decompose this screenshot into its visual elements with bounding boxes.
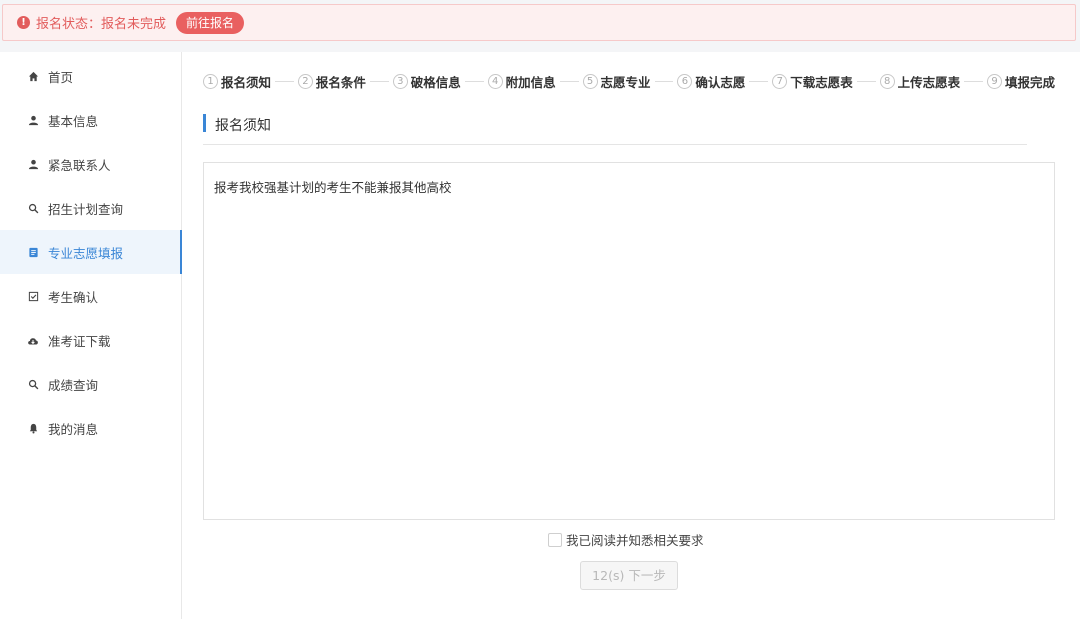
- step-9: 9 填报完成: [987, 72, 1055, 91]
- sidebar-item-label: 基本信息: [48, 113, 99, 129]
- step-connector: [964, 80, 983, 82]
- step-connector: [654, 80, 674, 82]
- step-7: 7 下载志愿表: [772, 72, 853, 91]
- sidebar-item-label: 我的消息: [48, 421, 99, 437]
- sidebar-item-label: 紧急联系人: [48, 157, 111, 173]
- sidebar: 首页 基本信息 紧急联系人 招生计划查询 专业志愿填报 考生确认 准考证下载 成…: [0, 52, 182, 619]
- sidebar-item-label: 考生确认: [48, 289, 99, 305]
- user-icon: [26, 157, 40, 171]
- sidebar-item-enrollment-plan-query[interactable]: 招生计划查询: [0, 186, 181, 230]
- step-6: 6 确认志愿: [677, 72, 745, 91]
- main-content: 1 报名须知 2 报名条件 3 破格信息 4 附加信息 5 志愿专业 6 确认志愿 7 下载志…: [203, 52, 1055, 619]
- step-connector: [856, 80, 876, 82]
- section-title: 报名须知: [215, 118, 271, 134]
- step-3: 3 破格信息: [392, 72, 461, 91]
- section-header: 报名须知: [203, 112, 1027, 145]
- sidebar-item-candidate-confirm[interactable]: 考生确认: [0, 274, 181, 318]
- sidebar-item-label: 成绩查询: [48, 377, 99, 393]
- registration-status-alert: ! 报名状态：报名未完成 前往报名: [2, 4, 1076, 41]
- registration-status-text: 报名状态：报名未完成: [36, 17, 167, 32]
- step-connector: [275, 80, 294, 82]
- sidebar-item-label: 专业志愿填报: [48, 245, 124, 261]
- sidebar-item-label: 招生计划查询: [48, 201, 124, 217]
- sidebar-item-my-messages[interactable]: 我的消息: [0, 406, 181, 450]
- checkbox-icon: [26, 289, 40, 303]
- exclamation-icon: !: [17, 16, 30, 29]
- step-1: 1 报名须知: [203, 72, 271, 91]
- agree-label: 我已阅读并知悉相关要求: [566, 533, 704, 548]
- section-accent-bar: [203, 114, 206, 132]
- form-icon: [26, 245, 40, 259]
- step-connector: [749, 80, 769, 82]
- sidebar-item-emergency-contact[interactable]: 紧急联系人: [0, 142, 181, 186]
- step-connector: [559, 80, 579, 82]
- sidebar-item-major-preference[interactable]: 专业志愿填报: [0, 230, 182, 274]
- sidebar-item-basic-info[interactable]: 基本信息: [0, 98, 181, 142]
- step-2: 2 报名条件: [297, 72, 366, 91]
- search-icon: [26, 201, 40, 215]
- bell-icon: [26, 421, 40, 435]
- home-icon: [26, 69, 40, 83]
- sidebar-item-home[interactable]: 首页: [0, 54, 181, 98]
- notice-text: 报考我校强基计划的考生不能兼报其他高校: [214, 180, 452, 195]
- step-connector: [369, 80, 389, 82]
- step-progress: 1 报名须知 2 报名条件 3 破格信息 4 附加信息 5 志愿专业 6 确认志愿 7 下载志…: [203, 71, 1055, 91]
- agree-checkbox-row[interactable]: 我已阅读并知悉相关要求: [548, 530, 704, 549]
- notice-content-box[interactable]: 报考我校强基计划的考生不能兼报其他高校: [203, 162, 1055, 520]
- sidebar-item-label: 准考证下载: [48, 333, 111, 349]
- main-shell: 首页 基本信息 紧急联系人 招生计划查询 专业志愿填报 考生确认 准考证下载 成…: [0, 52, 1080, 619]
- sidebar-item-label: 首页: [48, 69, 74, 85]
- sidebar-item-score-query[interactable]: 成绩查询: [0, 362, 181, 406]
- step-4: 4 附加信息: [487, 72, 556, 91]
- search-icon: [26, 377, 40, 391]
- step-5: 5 志愿专业: [582, 72, 651, 91]
- next-step-button[interactable]: 12(s) 下一步: [580, 561, 678, 590]
- cloud-download-icon: [26, 333, 40, 347]
- go-register-button[interactable]: 前往报名: [176, 11, 245, 34]
- user-icon: [26, 113, 40, 127]
- step-connector: [464, 80, 484, 82]
- agree-checkbox[interactable]: [548, 532, 562, 547]
- step-8: 8 上传志愿表: [879, 72, 960, 91]
- sidebar-item-admission-ticket-download[interactable]: 准考证下载: [0, 318, 181, 362]
